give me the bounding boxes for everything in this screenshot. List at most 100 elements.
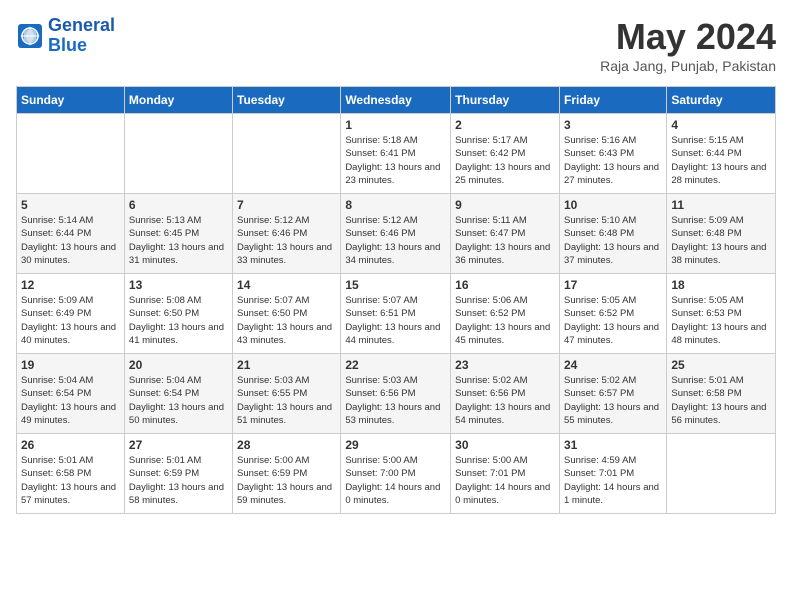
calendar-cell: 13Sunrise: 5:08 AM Sunset: 6:50 PM Dayli… bbox=[124, 274, 232, 354]
day-info: Sunrise: 5:03 AM Sunset: 6:55 PM Dayligh… bbox=[237, 374, 336, 427]
day-info: Sunrise: 5:00 AM Sunset: 6:59 PM Dayligh… bbox=[237, 454, 336, 507]
logo: General Blue bbox=[16, 16, 115, 56]
calendar-cell: 28 Sunrise: 5:00 AM Sunset: 6:59 PM Dayli… bbox=[233, 434, 341, 514]
day-number: 30 bbox=[455, 438, 555, 452]
location: Raja Jang, Punjab, Pakistan bbox=[600, 58, 776, 74]
day-number: 28 bbox=[237, 438, 336, 452]
day-info: Sunrise: 5:16 AM Sunset: 6:43 PM Dayligh… bbox=[564, 134, 662, 187]
calendar-week-1: 5 Sunrise: 5:14 AM Sunset: 6:44 PM Daylig… bbox=[17, 194, 776, 274]
calendar-cell: 20Sunrise: 5:04 AM Sunset: 6:54 PM Dayli… bbox=[124, 354, 232, 434]
calendar-week-2: 12 Sunrise: 5:09 AM Sunset: 6:49 PM Dayli… bbox=[17, 274, 776, 354]
day-info: Sunrise: 5:03 AM Sunset: 6:56 PM Dayligh… bbox=[345, 374, 446, 427]
day-number: 23 bbox=[455, 358, 555, 372]
calendar-cell: 17Sunrise: 5:05 AM Sunset: 6:52 PM Dayli… bbox=[559, 274, 666, 354]
calendar-cell: 7 Sunrise: 5:12 AM Sunset: 6:46 PM Daylig… bbox=[233, 194, 341, 274]
day-info: Sunrise: 5:18 AM Sunset: 6:41 PM Dayligh… bbox=[345, 134, 446, 187]
day-number: 21 bbox=[237, 358, 336, 372]
calendar-cell: 21 Sunrise: 5:03 AM Sunset: 6:55 PM Dayli… bbox=[233, 354, 341, 434]
day-info: Sunrise: 5:00 AM Sunset: 7:01 PM Dayligh… bbox=[455, 454, 555, 507]
day-info: Sunrise: 5:07 AM Sunset: 6:50 PM Dayligh… bbox=[237, 294, 336, 347]
day-info: Sunrise: 5:05 AM Sunset: 6:53 PM Dayligh… bbox=[671, 294, 771, 347]
calendar-cell: 29 Sunrise: 5:00 AM Sunset: 7:00 PM Dayli… bbox=[341, 434, 451, 514]
day-number: 2 bbox=[455, 118, 555, 132]
page-header: General Blue May 2024 Raja Jang, Punjab,… bbox=[16, 16, 776, 74]
day-info: Sunrise: 5:12 AM Sunset: 6:46 PM Dayligh… bbox=[237, 214, 336, 267]
calendar-cell: 12 Sunrise: 5:09 AM Sunset: 6:49 PM Dayli… bbox=[17, 274, 125, 354]
calendar-cell: 1 Sunrise: 5:18 AM Sunset: 6:41 PM Daylig… bbox=[341, 114, 451, 194]
day-number: 17 bbox=[564, 278, 662, 292]
calendar-cell: 18 Sunrise: 5:05 AM Sunset: 6:53 PM Dayli… bbox=[667, 274, 776, 354]
calendar-header-row: SundayMondayTuesdayWednesdayThursdayFrid… bbox=[17, 87, 776, 114]
calendar-cell: 25Sunrise: 5:01 AM Sunset: 6:58 PM Dayli… bbox=[667, 354, 776, 434]
calendar-cell: 14 Sunrise: 5:07 AM Sunset: 6:50 PM Dayli… bbox=[233, 274, 341, 354]
calendar-cell: 26 Sunrise: 5:01 AM Sunset: 6:58 PM Dayli… bbox=[17, 434, 125, 514]
calendar-cell bbox=[17, 114, 125, 194]
calendar-table: SundayMondayTuesdayWednesdayThursdayFrid… bbox=[16, 86, 776, 514]
day-info: Sunrise: 5:09 AM Sunset: 6:48 PM Dayligh… bbox=[671, 214, 771, 267]
day-number: 7 bbox=[237, 198, 336, 212]
day-number: 26 bbox=[21, 438, 120, 452]
header-wednesday: Wednesday bbox=[341, 87, 451, 114]
day-info: Sunrise: 5:04 AM Sunset: 6:54 PM Dayligh… bbox=[21, 374, 120, 427]
day-info: Sunrise: 5:15 AM Sunset: 6:44 PM Dayligh… bbox=[671, 134, 771, 187]
day-number: 29 bbox=[345, 438, 446, 452]
calendar-cell: 9Sunrise: 5:11 AM Sunset: 6:47 PM Daylig… bbox=[451, 194, 560, 274]
calendar-cell: 16Sunrise: 5:06 AM Sunset: 6:52 PM Dayli… bbox=[451, 274, 560, 354]
day-number: 14 bbox=[237, 278, 336, 292]
day-number: 6 bbox=[129, 198, 228, 212]
day-info: Sunrise: 5:01 AM Sunset: 6:58 PM Dayligh… bbox=[21, 454, 120, 507]
calendar-week-4: 26 Sunrise: 5:01 AM Sunset: 6:58 PM Dayli… bbox=[17, 434, 776, 514]
calendar-cell: 31 Sunrise: 4:59 AM Sunset: 7:01 PM Dayli… bbox=[559, 434, 666, 514]
logo-text: General Blue bbox=[48, 16, 115, 56]
calendar-cell: 19Sunrise: 5:04 AM Sunset: 6:54 PM Dayli… bbox=[17, 354, 125, 434]
day-info: Sunrise: 5:17 AM Sunset: 6:42 PM Dayligh… bbox=[455, 134, 555, 187]
logo-icon bbox=[16, 22, 44, 50]
day-number: 13 bbox=[129, 278, 228, 292]
calendar-cell: 30 Sunrise: 5:00 AM Sunset: 7:01 PM Dayli… bbox=[451, 434, 560, 514]
day-info: Sunrise: 5:04 AM Sunset: 6:54 PM Dayligh… bbox=[129, 374, 228, 427]
calendar-cell: 3Sunrise: 5:16 AM Sunset: 6:43 PM Daylig… bbox=[559, 114, 666, 194]
calendar-cell: 27Sunrise: 5:01 AM Sunset: 6:59 PM Dayli… bbox=[124, 434, 232, 514]
day-info: Sunrise: 5:13 AM Sunset: 6:45 PM Dayligh… bbox=[129, 214, 228, 267]
calendar-cell: 15 Sunrise: 5:07 AM Sunset: 6:51 PM Dayli… bbox=[341, 274, 451, 354]
calendar-week-3: 19Sunrise: 5:04 AM Sunset: 6:54 PM Dayli… bbox=[17, 354, 776, 434]
header-saturday: Saturday bbox=[667, 87, 776, 114]
day-number: 12 bbox=[21, 278, 120, 292]
header-tuesday: Tuesday bbox=[233, 87, 341, 114]
day-number: 4 bbox=[671, 118, 771, 132]
day-number: 16 bbox=[455, 278, 555, 292]
calendar-body: 1 Sunrise: 5:18 AM Sunset: 6:41 PM Daylig… bbox=[17, 114, 776, 514]
day-info: Sunrise: 5:14 AM Sunset: 6:44 PM Dayligh… bbox=[21, 214, 120, 267]
day-info: Sunrise: 5:09 AM Sunset: 6:49 PM Dayligh… bbox=[21, 294, 120, 347]
calendar-cell: 22 Sunrise: 5:03 AM Sunset: 6:56 PM Dayli… bbox=[341, 354, 451, 434]
day-number: 22 bbox=[345, 358, 446, 372]
header-monday: Monday bbox=[124, 87, 232, 114]
calendar-cell: 5 Sunrise: 5:14 AM Sunset: 6:44 PM Daylig… bbox=[17, 194, 125, 274]
calendar-cell: 8 Sunrise: 5:12 AM Sunset: 6:46 PM Daylig… bbox=[341, 194, 451, 274]
day-info: Sunrise: 5:02 AM Sunset: 6:57 PM Dayligh… bbox=[564, 374, 662, 427]
day-number: 27 bbox=[129, 438, 228, 452]
day-number: 10 bbox=[564, 198, 662, 212]
day-number: 1 bbox=[345, 118, 446, 132]
calendar-cell: 6 Sunrise: 5:13 AM Sunset: 6:45 PM Daylig… bbox=[124, 194, 232, 274]
day-info: Sunrise: 5:11 AM Sunset: 6:47 PM Dayligh… bbox=[455, 214, 555, 267]
day-number: 15 bbox=[345, 278, 446, 292]
day-number: 24 bbox=[564, 358, 662, 372]
day-info: Sunrise: 5:07 AM Sunset: 6:51 PM Dayligh… bbox=[345, 294, 446, 347]
calendar-cell: 10Sunrise: 5:10 AM Sunset: 6:48 PM Dayli… bbox=[559, 194, 666, 274]
calendar-cell bbox=[124, 114, 232, 194]
day-info: Sunrise: 5:02 AM Sunset: 6:56 PM Dayligh… bbox=[455, 374, 555, 427]
day-info: Sunrise: 4:59 AM Sunset: 7:01 PM Dayligh… bbox=[564, 454, 662, 507]
day-number: 5 bbox=[21, 198, 120, 212]
calendar-cell: 24 Sunrise: 5:02 AM Sunset: 6:57 PM Dayli… bbox=[559, 354, 666, 434]
day-number: 31 bbox=[564, 438, 662, 452]
day-info: Sunrise: 5:00 AM Sunset: 7:00 PM Dayligh… bbox=[345, 454, 446, 507]
day-info: Sunrise: 5:12 AM Sunset: 6:46 PM Dayligh… bbox=[345, 214, 446, 267]
calendar-week-0: 1 Sunrise: 5:18 AM Sunset: 6:41 PM Daylig… bbox=[17, 114, 776, 194]
title-block: May 2024 Raja Jang, Punjab, Pakistan bbox=[600, 16, 776, 74]
day-number: 18 bbox=[671, 278, 771, 292]
header-sunday: Sunday bbox=[17, 87, 125, 114]
header-friday: Friday bbox=[559, 87, 666, 114]
day-number: 11 bbox=[671, 198, 771, 212]
day-number: 8 bbox=[345, 198, 446, 212]
